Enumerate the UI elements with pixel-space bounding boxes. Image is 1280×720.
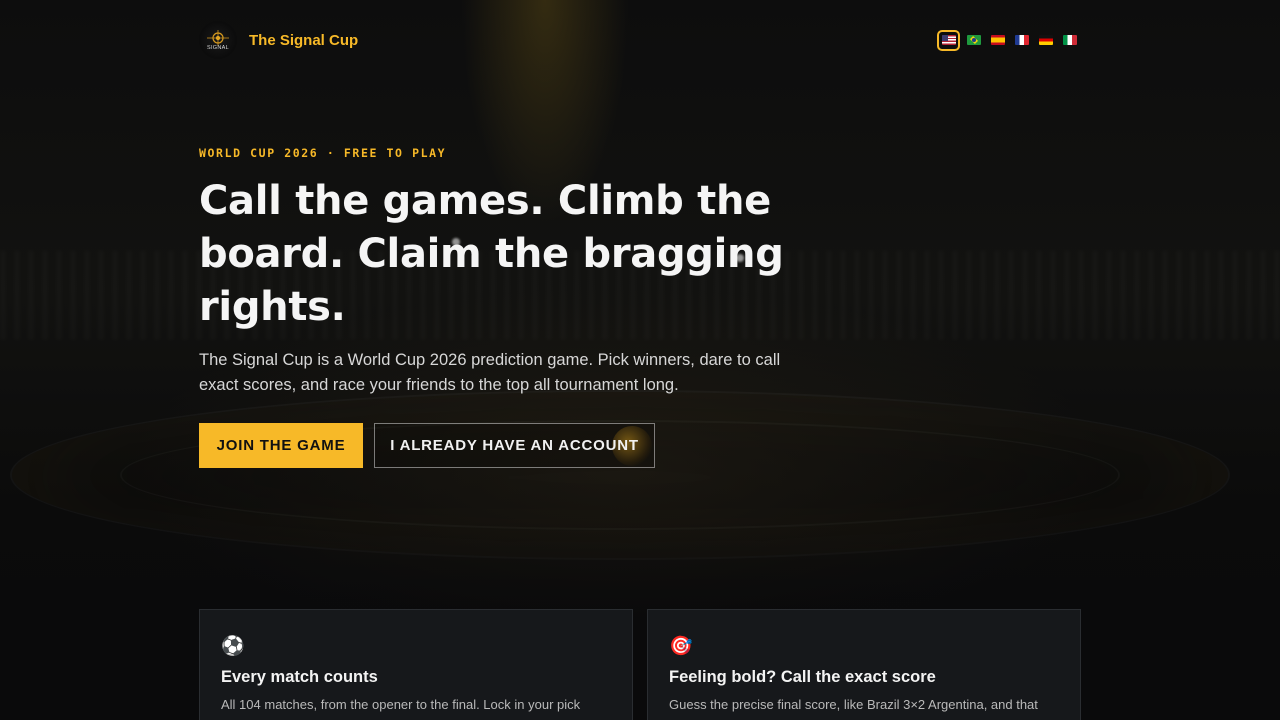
spain-flag-icon[interactable] bbox=[988, 30, 1008, 50]
target-icon: 🎯 bbox=[669, 635, 693, 657]
feature-cards: ⚽ Every match counts All 104 matches, fr… bbox=[199, 609, 1081, 720]
hero-eyebrow: WORLD CUP 2026 · FREE TO PLAY bbox=[199, 146, 447, 160]
logo-text: SIGNAL bbox=[207, 44, 229, 51]
brazil-flag-icon[interactable] bbox=[964, 30, 984, 50]
brand[interactable]: SIGNAL The Signal Cup bbox=[199, 21, 358, 59]
feature-card: ⚽ Every match counts All 104 matches, fr… bbox=[199, 609, 633, 720]
hero: WORLD CUP 2026 · FREE TO PLAY Call the g… bbox=[199, 145, 839, 398]
sign-in-button[interactable]: I ALREADY HAVE AN ACCOUNT bbox=[374, 423, 655, 468]
feature-card: 🎯 Feeling bold? Call the exact score Gue… bbox=[647, 609, 1081, 720]
hero-headline: Call the games. Climb the board. Claim t… bbox=[199, 178, 784, 330]
hero-lead: The Signal Cup is a World Cup 2026 predi… bbox=[199, 351, 781, 394]
join-game-button[interactable]: JOIN THE GAME bbox=[199, 423, 363, 468]
feature-body: Guess the precise final score, like Braz… bbox=[669, 697, 1038, 712]
us-flag-icon[interactable] bbox=[937, 29, 960, 51]
compass-icon bbox=[207, 29, 229, 46]
soccer-ball-icon: ⚽ bbox=[221, 635, 245, 657]
language-switcher bbox=[937, 29, 1080, 51]
france-flag-icon[interactable] bbox=[1012, 30, 1032, 50]
top-bar: SIGNAL The Signal Cup bbox=[199, 20, 1080, 60]
feature-title: Feeling bold? Call the exact score bbox=[669, 668, 936, 686]
hero-actions: JOIN THE GAME I ALREADY HAVE AN ACCOUNT bbox=[199, 423, 655, 468]
germany-flag-icon[interactable] bbox=[1036, 30, 1056, 50]
italy-flag-icon[interactable] bbox=[1060, 30, 1080, 50]
brand-name[interactable]: The Signal Cup bbox=[249, 32, 358, 49]
feature-title: Every match counts bbox=[221, 668, 378, 686]
feature-body: All 104 matches, from the opener to the … bbox=[221, 697, 581, 712]
signal-logo: SIGNAL bbox=[199, 21, 237, 59]
